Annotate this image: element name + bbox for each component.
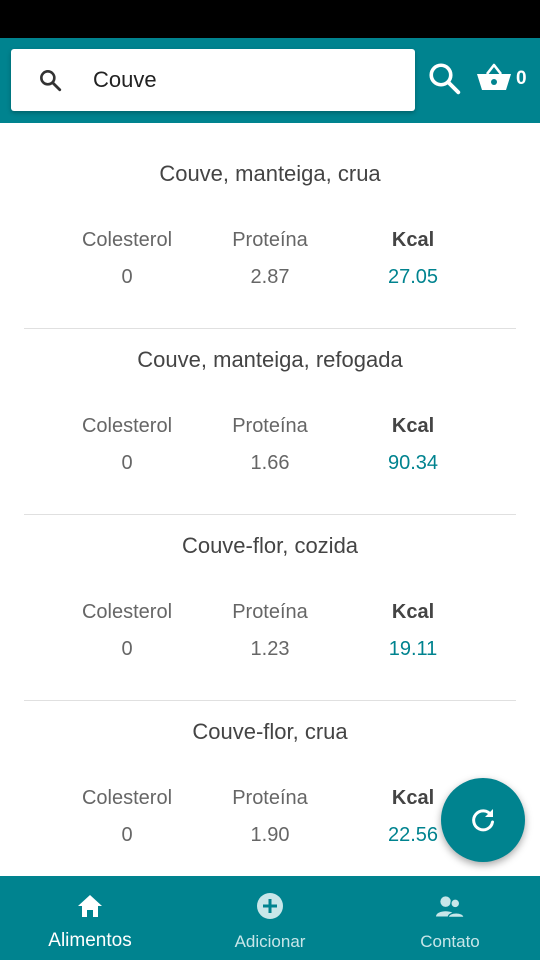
nav-item-alimentos[interactable]: Alimentos xyxy=(0,876,180,960)
kcal-value: 90.34 xyxy=(387,452,439,474)
nav-item-contato[interactable]: Contato xyxy=(360,876,540,960)
home-icon xyxy=(78,895,102,917)
food-item[interactable]: Couve, manteiga, refogada Colesterol Pro… xyxy=(24,329,516,515)
food-item[interactable]: Couve, manteiga, crua Colesterol Proteín… xyxy=(24,123,516,329)
nav-label: Alimentos xyxy=(48,930,132,951)
cart-count-badge: 0 xyxy=(516,68,527,89)
status-bar xyxy=(0,0,540,38)
cholesterol-label: Colesterol xyxy=(81,229,173,251)
kcal-label: Kcal xyxy=(391,229,435,251)
protein-value: 2.87 xyxy=(250,266,290,288)
cholesterol-value: 0 xyxy=(121,452,133,474)
food-item[interactable]: Couve-flor, cozida Colesterol Proteína K… xyxy=(24,515,516,701)
kcal-label: Kcal xyxy=(391,601,435,623)
cholesterol-label: Colesterol xyxy=(81,787,173,809)
protein-label: Proteína xyxy=(232,601,308,623)
food-name: Couve-flor, cozida xyxy=(181,533,359,558)
protein-value: 1.66 xyxy=(250,452,290,474)
nav-label: Contato xyxy=(420,932,480,951)
cholesterol-value: 0 xyxy=(121,638,133,660)
app-bar: 0 xyxy=(0,38,540,123)
people-icon xyxy=(436,896,464,919)
nav-item-adicionar[interactable]: Adicionar xyxy=(180,876,360,960)
protein-value: 1.90 xyxy=(250,824,290,846)
protein-label: Proteína xyxy=(232,787,308,809)
protein-label: Proteína xyxy=(232,415,308,437)
search-box[interactable] xyxy=(11,49,415,111)
basket-icon xyxy=(477,63,511,90)
kcal-label: Kcal xyxy=(391,415,435,437)
refresh-button[interactable] xyxy=(441,778,525,862)
protein-label: Proteína xyxy=(232,229,308,251)
search-icon xyxy=(40,70,62,92)
food-list: Couve, manteiga, crua Colesterol Proteín… xyxy=(0,123,540,876)
food-name: Couve, manteiga, refogada xyxy=(137,347,403,372)
food-name: Couve, manteiga, crua xyxy=(159,161,381,186)
cholesterol-value: 0 xyxy=(121,266,133,288)
add-circle-icon xyxy=(257,893,283,919)
kcal-value: 19.11 xyxy=(388,638,438,660)
search-input[interactable] xyxy=(93,63,393,97)
bottom-navigation: Alimentos Adicionar Contato xyxy=(0,876,540,960)
refresh-icon xyxy=(472,809,494,832)
cholesterol-value: 0 xyxy=(121,824,133,846)
food-item[interactable]: Couve-flor, crua Colesterol Proteína Kca… xyxy=(24,701,516,876)
search-button[interactable] xyxy=(426,60,462,96)
cholesterol-label: Colesterol xyxy=(81,415,173,437)
search-icon xyxy=(429,63,461,95)
kcal-value: 27.05 xyxy=(387,266,439,288)
cholesterol-label: Colesterol xyxy=(81,601,173,623)
food-name: Couve-flor, crua xyxy=(192,719,348,744)
nav-label: Adicionar xyxy=(234,932,306,951)
protein-value: 1.23 xyxy=(250,638,290,660)
cart-button[interactable]: 0 xyxy=(476,60,534,100)
